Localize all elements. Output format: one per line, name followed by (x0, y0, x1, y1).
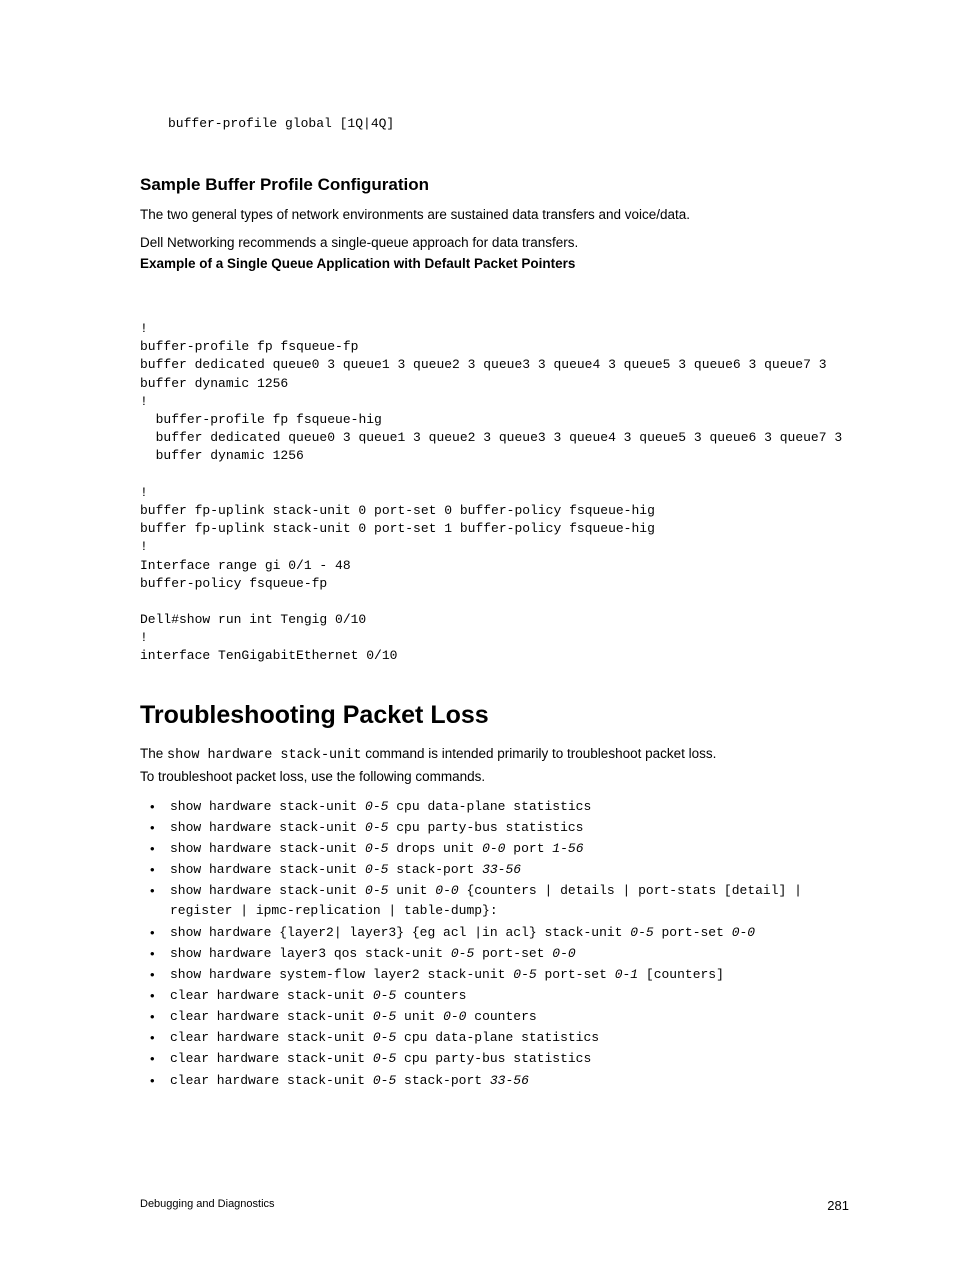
command-segment: 0-0 (732, 925, 755, 940)
command-segment: 0-5 (373, 1073, 396, 1088)
troubleshoot-text-post: command is intended primarily to trouble… (361, 746, 716, 761)
command-segment: clear hardware stack-unit (170, 1030, 373, 1045)
command-segment: clear hardware stack-unit (170, 1009, 373, 1024)
command-segment: 33-56 (482, 862, 521, 877)
command-segment: 0-5 (513, 967, 536, 982)
command-segment: [counters] (638, 967, 724, 982)
command-segment: show hardware stack-unit (170, 862, 365, 877)
command-segment: cpu party-bus statistics (396, 1051, 591, 1066)
page-footer: Debugging and Diagnostics 281 (140, 1198, 849, 1213)
command-segment: show hardware {layer2| layer3} {eg acl |… (170, 925, 630, 940)
command-item: show hardware stack-unit 0-5 cpu party-b… (140, 818, 849, 838)
command-segment: port (505, 841, 552, 856)
command-segment: 0-5 (451, 946, 474, 961)
command-segment: unit (396, 1009, 443, 1024)
command-segment: stack-port (396, 1073, 490, 1088)
command-item: clear hardware stack-unit 0-5 cpu data-p… (140, 1028, 849, 1048)
command-segment: 0-5 (373, 1051, 396, 1066)
heading-sample-buffer: Sample Buffer Profile Configuration (140, 175, 849, 195)
top-code-line: buffer-profile global [1Q|4Q] (168, 115, 849, 133)
troubleshoot-paragraph-1: The show hardware stack-unit command is … (140, 744, 849, 766)
command-segment: 0-5 (630, 925, 653, 940)
command-segment: port-set (537, 967, 615, 982)
command-item: clear hardware stack-unit 0-5 unit 0-0 c… (140, 1007, 849, 1027)
command-segment: 1-56 (552, 841, 583, 856)
command-segment: cpu party-bus statistics (388, 820, 583, 835)
command-segment: 0-0 (443, 1009, 466, 1024)
command-segment: show hardware layer3 qos stack-unit (170, 946, 451, 961)
page-container: buffer-profile global [1Q|4Q] Sample Buf… (0, 0, 954, 1268)
command-item: show hardware stack-unit 0-5 drops unit … (140, 839, 849, 859)
command-segment: cpu data-plane statistics (388, 799, 591, 814)
command-list: show hardware stack-unit 0-5 cpu data-pl… (140, 797, 849, 1091)
command-item: show hardware stack-unit 0-5 stack-port … (140, 860, 849, 880)
sample-bold-label: Example of a Single Queue Application wi… (140, 254, 849, 274)
command-segment: 0-5 (365, 799, 388, 814)
command-segment: 0-5 (373, 1030, 396, 1045)
command-item: clear hardware stack-unit 0-5 counters (140, 986, 849, 1006)
troubleshoot-text-mono: show hardware stack-unit (167, 748, 361, 763)
command-segment: 0-0 (552, 946, 575, 961)
command-segment: cpu data-plane statistics (396, 1030, 599, 1045)
sample-paragraph-2: Dell Networking recommends a single-queu… (140, 233, 849, 253)
command-segment: clear hardware stack-unit (170, 988, 373, 1003)
command-item: show hardware stack-unit 0-5 unit 0-0 {c… (140, 881, 849, 921)
troubleshoot-paragraph-2: To troubleshoot packet loss, use the fol… (140, 767, 849, 787)
command-segment: show hardware stack-unit (170, 841, 365, 856)
command-segment: 0-5 (365, 862, 388, 877)
command-segment: drops unit (388, 841, 482, 856)
command-item: show hardware stack-unit 0-5 cpu data-pl… (140, 797, 849, 817)
config-code-block: ! buffer-profile fp fsqueue-fp buffer de… (140, 302, 849, 666)
heading-troubleshooting: Troubleshooting Packet Loss (140, 701, 849, 730)
troubleshoot-text-pre: The (140, 746, 167, 761)
command-item: clear hardware stack-unit 0-5 stack-port… (140, 1071, 849, 1091)
command-segment: 0-5 (365, 841, 388, 856)
command-segment: port-set (654, 925, 732, 940)
command-segment: 0-0 (435, 883, 458, 898)
command-item: show hardware system-flow layer2 stack-u… (140, 965, 849, 985)
command-segment: 0-0 (482, 841, 505, 856)
command-segment: port-set (474, 946, 552, 961)
command-item: show hardware {layer2| layer3} {eg acl |… (140, 923, 849, 943)
command-segment: stack-port (388, 862, 482, 877)
command-segment: counters (466, 1009, 536, 1024)
command-segment: 33-56 (490, 1073, 529, 1088)
command-item: show hardware layer3 qos stack-unit 0-5 … (140, 944, 849, 964)
footer-page-number: 281 (827, 1198, 849, 1213)
command-segment: clear hardware stack-unit (170, 1073, 373, 1088)
command-segment: 0-5 (373, 988, 396, 1003)
command-segment: unit (388, 883, 435, 898)
sample-paragraph-1: The two general types of network environ… (140, 205, 849, 225)
command-segment: show hardware stack-unit (170, 799, 365, 814)
command-segment: 0-5 (365, 820, 388, 835)
command-segment: 0-1 (615, 967, 638, 982)
command-segment: show hardware system-flow layer2 stack-u… (170, 967, 513, 982)
command-segment: show hardware stack-unit (170, 883, 365, 898)
command-item: clear hardware stack-unit 0-5 cpu party-… (140, 1049, 849, 1069)
command-segment: counters (396, 988, 466, 1003)
command-segment: clear hardware stack-unit (170, 1051, 373, 1066)
command-segment: show hardware stack-unit (170, 820, 365, 835)
command-segment: 0-5 (365, 883, 388, 898)
footer-section-title: Debugging and Diagnostics (140, 1198, 275, 1213)
command-segment: 0-5 (373, 1009, 396, 1024)
